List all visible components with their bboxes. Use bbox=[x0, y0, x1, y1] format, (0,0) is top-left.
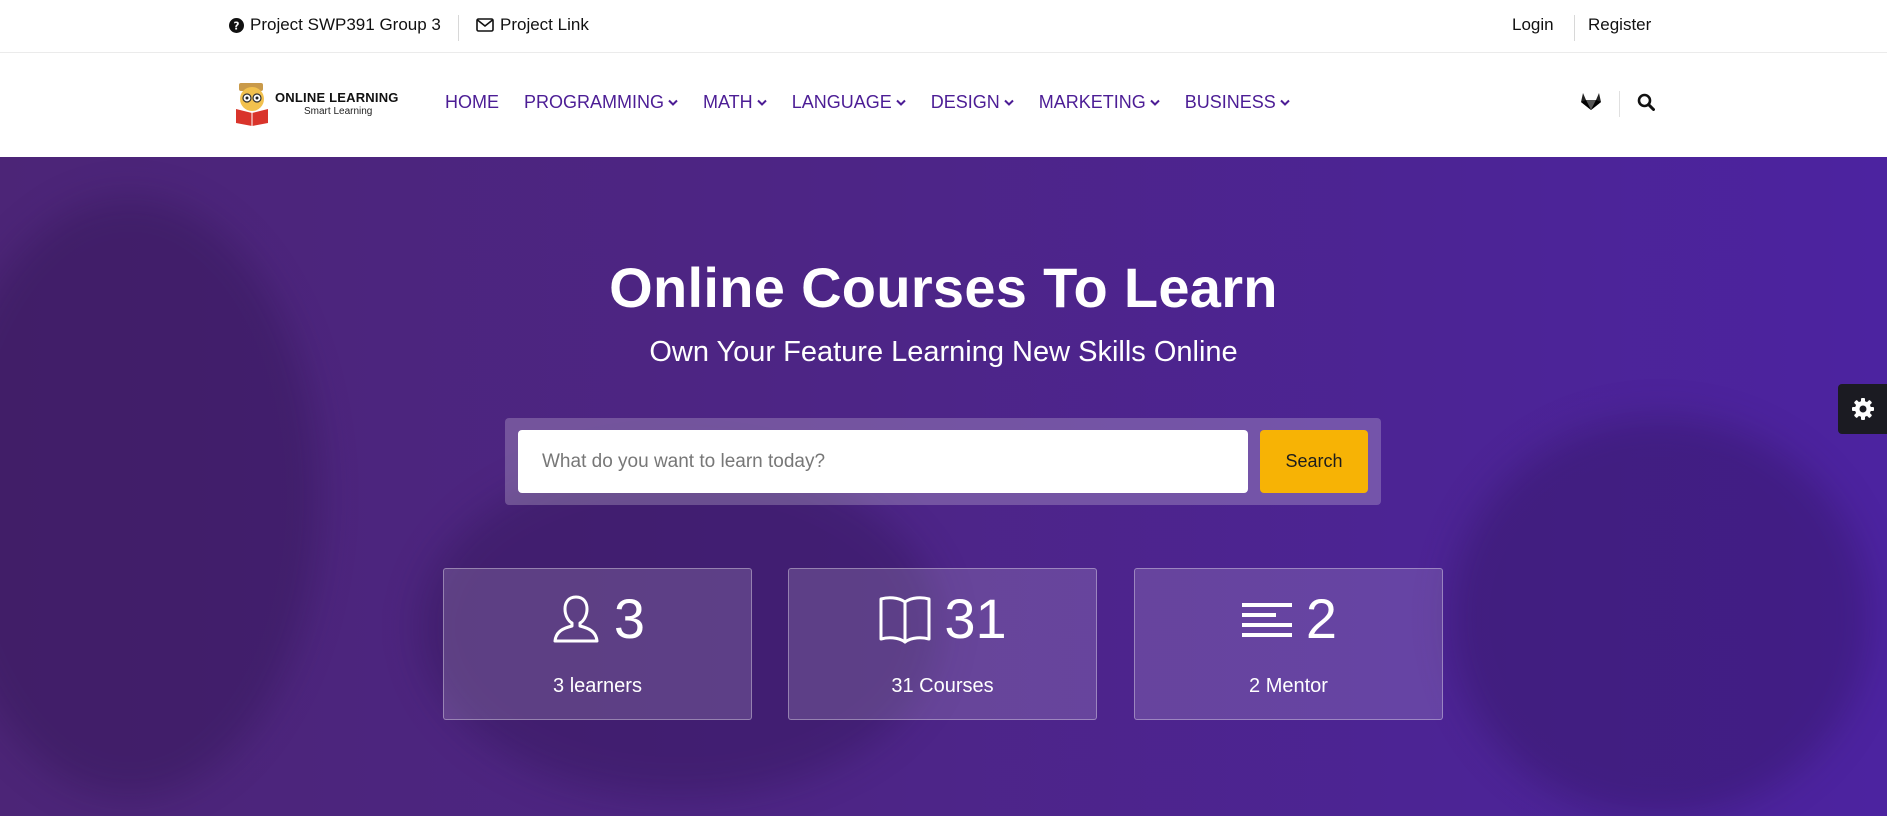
nav-item-label: HOME bbox=[445, 92, 499, 112]
logo-subtitle: Smart Learning bbox=[304, 106, 373, 117]
project-link[interactable]: Project Link bbox=[476, 15, 589, 35]
hero-subtitle: Own Your Feature Learning New Skills Onl… bbox=[649, 336, 1238, 368]
stat-number: 2 bbox=[1305, 587, 1338, 650]
nav-item-home[interactable]: HOME bbox=[445, 92, 499, 113]
lines-icon bbox=[1241, 603, 1292, 637]
search-button[interactable]: Search bbox=[1260, 430, 1368, 493]
settings-toggle-button[interactable] bbox=[1838, 384, 1887, 434]
stat-label: 2 Mentor bbox=[1249, 675, 1328, 697]
stat-number: 31 bbox=[944, 587, 1007, 650]
project-link-label: Project Link bbox=[500, 15, 589, 34]
search-icon[interactable] bbox=[1637, 93, 1655, 116]
gear-icon bbox=[1851, 398, 1874, 420]
nav-item-label: DESIGN bbox=[930, 92, 1000, 112]
login-link[interactable]: Login bbox=[1512, 15, 1554, 35]
nav-item-label: MARKETING bbox=[1038, 92, 1146, 112]
project-info-label: Project SWP391 Group 3 bbox=[250, 15, 441, 34]
main-navbar: ONLINE LEARNING Smart Learning HOME PROG… bbox=[0, 54, 1887, 157]
stat-card-mentors: 2 2 Mentor bbox=[1134, 568, 1443, 720]
stat-label: 3 learners bbox=[553, 675, 642, 697]
book-icon bbox=[879, 596, 931, 644]
course-search-bar: Search bbox=[505, 418, 1381, 505]
envelope-icon bbox=[476, 18, 494, 32]
stat-label: 31 Courses bbox=[891, 675, 994, 697]
primary-menu: HOME PROGRAMMING MATH LANGUAGE DESIGN MA… bbox=[445, 92, 1315, 113]
stat-card-courses: 31 31 Courses bbox=[788, 568, 1097, 720]
nav-item-math[interactable]: MATH bbox=[703, 92, 767, 113]
topbar-divider bbox=[1574, 15, 1575, 41]
nav-item-label: MATH bbox=[703, 92, 753, 112]
hero-background-shape bbox=[1450, 417, 1870, 816]
chevron-down-icon bbox=[896, 99, 906, 106]
hero-section: Online Courses To Learn Own Your Feature… bbox=[0, 157, 1887, 816]
nav-item-label: LANGUAGE bbox=[791, 92, 892, 112]
hero-title: Online Courses To Learn bbox=[609, 256, 1278, 319]
chevron-down-icon bbox=[1150, 99, 1160, 106]
nav-item-programming[interactable]: PROGRAMMING bbox=[524, 92, 678, 113]
stat-card-learners: 3 3 learners bbox=[443, 568, 752, 720]
svg-text:?: ? bbox=[234, 20, 240, 32]
nav-item-marketing[interactable]: MARKETING bbox=[1039, 92, 1160, 113]
nav-item-language[interactable]: LANGUAGE bbox=[792, 92, 906, 113]
register-link[interactable]: Register bbox=[1588, 15, 1651, 35]
nav-item-design[interactable]: DESIGN bbox=[931, 92, 1014, 113]
chevron-down-icon bbox=[1004, 99, 1014, 106]
nav-item-label: BUSINESS bbox=[1184, 92, 1276, 112]
top-info-bar: ? Project SWP391 Group 3 Project Link Lo… bbox=[0, 0, 1887, 53]
logo-mascot-icon bbox=[236, 83, 268, 126]
chevron-down-icon bbox=[1280, 99, 1290, 106]
chevron-down-icon bbox=[756, 99, 767, 106]
chevron-down-icon bbox=[668, 99, 678, 106]
course-search-input[interactable] bbox=[518, 430, 1248, 493]
site-logo[interactable]: ONLINE LEARNING Smart Learning bbox=[233, 81, 399, 127]
question-circle-icon: ? bbox=[229, 17, 244, 33]
project-info-link[interactable]: ? Project SWP391 Group 3 bbox=[229, 15, 441, 35]
topbar-divider bbox=[458, 15, 459, 41]
nav-item-label: PROGRAMMING bbox=[524, 92, 665, 112]
user-icon bbox=[553, 595, 599, 643]
logo-title: ONLINE LEARNING bbox=[275, 90, 399, 105]
nav-divider bbox=[1619, 91, 1620, 117]
nav-item-business[interactable]: BUSINESS bbox=[1185, 92, 1290, 113]
gitlab-icon[interactable] bbox=[1580, 91, 1602, 116]
stat-number: 3 bbox=[613, 587, 646, 650]
